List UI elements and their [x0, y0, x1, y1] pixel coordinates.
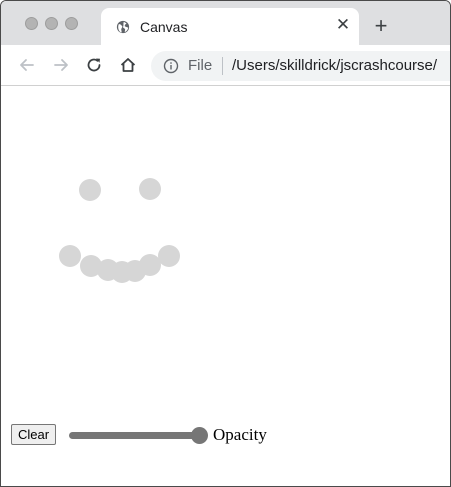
brush-dot: [59, 245, 81, 267]
home-icon[interactable]: [118, 55, 138, 75]
page-content: Clear Opacity: [1, 86, 450, 486]
back-arrow-icon[interactable]: [17, 55, 37, 75]
brush-dot: [139, 178, 161, 200]
close-icon[interactable]: ✕: [333, 15, 353, 35]
drawing-canvas[interactable]: [1, 86, 450, 416]
clear-button[interactable]: Clear: [11, 424, 57, 445]
window-minimize-button[interactable]: [45, 17, 58, 30]
browser-toolbar: File /Users/skilldrick/jscrashcourse/: [1, 45, 450, 86]
address-bar[interactable]: File /Users/skilldrick/jscrashcourse/: [151, 51, 450, 81]
info-icon[interactable]: [163, 58, 179, 74]
brush-dot: [139, 254, 161, 276]
plus-icon[interactable]: +: [371, 15, 391, 37]
brush-dot: [158, 245, 180, 267]
globe-icon: [116, 20, 130, 34]
tab-canvas[interactable]: Canvas ✕: [101, 8, 359, 45]
brush-dot: [79, 179, 101, 201]
slider-thumb[interactable]: [191, 427, 208, 444]
url-scheme-label: File: [188, 57, 213, 74]
opacity-label: Opacity: [213, 425, 267, 444]
reload-icon[interactable]: [84, 55, 104, 75]
tab-strip: Canvas ✕ +: [1, 1, 450, 45]
url-text[interactable]: /Users/skilldrick/jscrashcourse/: [232, 57, 437, 74]
opacity-slider[interactable]: [69, 427, 209, 445]
address-separator: [222, 57, 223, 75]
forward-arrow-icon[interactable]: [51, 55, 71, 75]
window-maximize-button[interactable]: [65, 17, 78, 30]
slider-track[interactable]: [69, 432, 199, 439]
window-close-button[interactable]: [25, 17, 38, 30]
tab-title: Canvas: [140, 19, 188, 35]
browser-window: Canvas ✕ + File /Users/skilldrick/jscras…: [0, 0, 451, 487]
